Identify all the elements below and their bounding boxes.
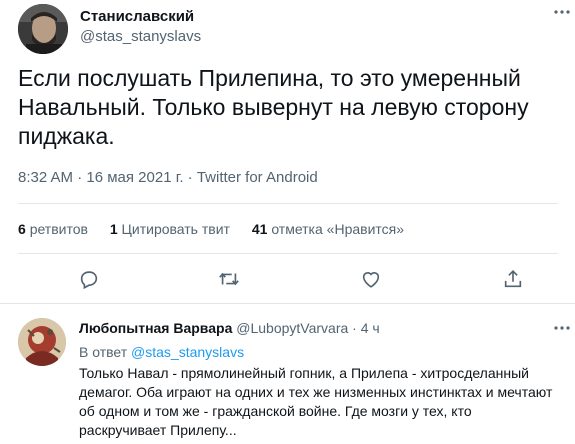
reply-author-handle[interactable]: @LubopytVarvara: [236, 320, 348, 336]
tweet-actions: [0, 266, 575, 296]
replying-to: В ответ @stas_stanyslavs: [79, 344, 244, 360]
retweets-stat[interactable]: 6 ретвитов: [18, 221, 88, 237]
likes-stat[interactable]: 41 отметка «Нравится»: [252, 221, 404, 237]
divider: [18, 203, 558, 204]
quotes-label: Цитировать твит: [121, 221, 230, 237]
reply-time[interactable]: 4 ч: [361, 320, 380, 336]
author-name[interactable]: Станиславский: [80, 8, 194, 25]
reply-author-name[interactable]: Любопытная Варвара: [79, 320, 232, 336]
share-icon[interactable]: [500, 266, 526, 292]
reply-text: Только Навал - прямолинейный гопник, а П…: [79, 365, 553, 438]
reply-icon[interactable]: [76, 266, 102, 292]
tweet-stats: 6 ретвитов 1 Цитировать твит 41 отметка …: [18, 221, 422, 237]
tweet-meta[interactable]: 8:32 AM · 16 мая 2021 г. · Twitter for A…: [18, 169, 318, 186]
like-icon[interactable]: [358, 266, 384, 292]
replying-to-handle[interactable]: @stas_stanyslavs: [131, 344, 244, 360]
author-handle[interactable]: @stas_stanyslavs: [80, 28, 201, 45]
retweets-count: 6: [18, 221, 26, 237]
quotes-stat[interactable]: 1 Цитировать твит: [110, 221, 230, 237]
retweet-icon[interactable]: [216, 266, 242, 292]
more-dots-icon[interactable]: [552, 318, 572, 341]
quotes-count: 1: [109, 221, 118, 237]
replying-to-prefix: В ответ: [79, 344, 128, 360]
likes-label: отметка «Нравится»: [271, 221, 405, 237]
reply-author-avatar[interactable]: [18, 318, 66, 366]
separator-dot: ·: [352, 320, 357, 336]
main-tweet: Станиславский @stas_stanyslavs Если посл…: [0, 0, 575, 300]
more-dots-icon[interactable]: [552, 2, 572, 22]
reply-tweet[interactable]: Любопытная Варвара @LubopytVarvara · 4 ч…: [0, 304, 575, 444]
author-avatar[interactable]: [18, 4, 68, 54]
reply-header: Любопытная Варвара @LubopytVarvara · 4 ч: [79, 320, 380, 336]
divider: [18, 253, 558, 254]
retweets-label: ретвитов: [29, 221, 88, 237]
likes-count: 41: [251, 221, 268, 237]
tweet-text: Если послушать Прилепина, то это умеренн…: [18, 65, 529, 149]
